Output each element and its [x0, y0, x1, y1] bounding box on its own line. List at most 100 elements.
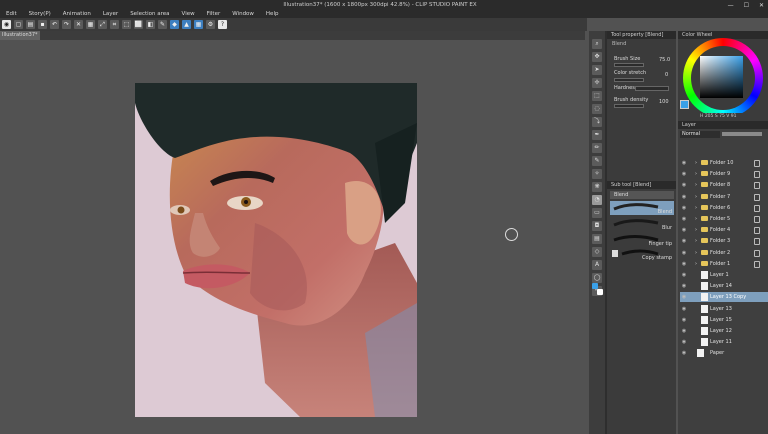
eye-icon[interactable]: ◉	[680, 315, 688, 325]
layer-row[interactable]: ◉ › Folder 3	[680, 236, 768, 246]
layer-row[interactable]: ◉ Layer 13	[680, 304, 768, 314]
lock-icon[interactable]	[754, 227, 760, 235]
color-stretch-slider[interactable]	[614, 78, 644, 82]
eye-icon[interactable]: ◉	[680, 214, 688, 224]
close-button[interactable]: ✕	[759, 2, 764, 9]
zoom-icon[interactable]: ⌕	[592, 39, 602, 49]
save-icon[interactable]: ▪	[38, 20, 47, 29]
layer-row[interactable]: ◉ Paper	[680, 348, 768, 358]
eyedropper-icon[interactable]: ⤵	[592, 117, 602, 127]
opacity-slider[interactable]	[722, 132, 762, 136]
brush-blur[interactable]: Blur	[610, 217, 674, 231]
brush-blend[interactable]: Blend	[610, 201, 674, 215]
grid-icon[interactable]: ▦	[194, 20, 203, 29]
text-icon[interactable]: A	[592, 260, 602, 270]
redo-icon[interactable]: ↷	[62, 20, 71, 29]
figure-icon[interactable]: ◇	[592, 247, 602, 257]
eye-icon[interactable]: ◉	[680, 326, 688, 336]
operation-icon[interactable]: ➤	[592, 65, 602, 75]
lock-icon[interactable]	[754, 160, 760, 167]
eye-icon[interactable]: ◉	[680, 304, 688, 314]
lock-icon[interactable]	[754, 204, 760, 212]
maximize-button[interactable]: ☐	[744, 2, 749, 9]
clear-icon[interactable]: ✕	[74, 20, 83, 29]
eye-icon[interactable]: ◉	[680, 225, 688, 235]
layer-row[interactable]: ◉ Layer 12	[680, 326, 768, 336]
layer-row[interactable]: ◉ › Folder 7	[680, 192, 768, 202]
expand-chevron-icon[interactable]: ›	[695, 203, 697, 213]
eraser-icon[interactable]: ▭	[592, 208, 602, 218]
hardness-slider[interactable]	[635, 86, 669, 91]
selection-icon[interactable]: ⬚	[592, 91, 602, 101]
layer-row[interactable]: ◉ › Folder 6	[680, 203, 768, 213]
select-icon[interactable]: ⬚	[122, 20, 131, 29]
layer-row[interactable]: ◉ › Folder 4	[680, 225, 768, 235]
artwork-portrait[interactable]	[135, 83, 417, 417]
eye-icon[interactable]: ◉	[680, 158, 688, 168]
eye-icon[interactable]: ◉	[680, 192, 688, 202]
brush-size-slider[interactable]	[614, 63, 644, 67]
minimize-button[interactable]: —	[728, 2, 734, 9]
layer-row[interactable]: ◉ › Folder 10	[680, 158, 768, 168]
pencil-icon[interactable]: ✏	[592, 143, 602, 153]
new-file-icon[interactable]: ▢	[14, 20, 23, 29]
expand-chevron-icon[interactable]: ›	[695, 214, 697, 224]
eye-icon[interactable]: ◉	[680, 348, 688, 358]
fill-tool-icon[interactable]: ◘	[592, 221, 602, 231]
brush-finger-tip[interactable]: Finger tip	[610, 233, 674, 247]
expand-chevron-icon[interactable]: ›	[695, 192, 697, 202]
color-stretch-value[interactable]: 0	[665, 72, 668, 78]
lock-icon[interactable]	[754, 238, 760, 246]
move-icon[interactable]: ✥	[592, 52, 602, 62]
blend-mode-select[interactable]: Normal	[680, 131, 720, 138]
saturation-value-box[interactable]	[700, 56, 743, 98]
gradient-icon[interactable]: ▤	[592, 234, 602, 244]
open-file-icon[interactable]: ▤	[26, 20, 35, 29]
eye-icon[interactable]: ◉	[680, 259, 688, 269]
layer-row[interactable]: ◉ Layer 13 Copy	[680, 292, 768, 303]
layer-row[interactable]: ◉ Layer 15	[680, 315, 768, 325]
layer-row[interactable]: ◉ Layer 14	[680, 281, 768, 291]
sub-tool-group[interactable]: Blend	[610, 191, 674, 199]
lock-icon[interactable]	[754, 260, 760, 268]
expand-chevron-icon[interactable]: ›	[695, 169, 697, 179]
expand-chevron-icon[interactable]: ›	[695, 225, 697, 235]
brush-tool-icon[interactable]: ✎	[592, 156, 602, 166]
crop-icon[interactable]: ⌗	[110, 20, 119, 29]
settings-icon[interactable]: ⚙	[206, 20, 215, 29]
lock-icon[interactable]	[754, 171, 760, 179]
expand-chevron-icon[interactable]: ›	[695, 158, 697, 168]
move-layer-icon[interactable]: ✢	[592, 78, 602, 88]
undo-icon[interactable]: ↶	[50, 20, 59, 29]
airbrush-icon[interactable]: ✧	[592, 169, 602, 179]
layer-row[interactable]: ◉ › Folder 5	[680, 214, 768, 224]
balloon-icon[interactable]: ◯	[592, 273, 602, 283]
layer-row[interactable]: ◉ Layer 1	[680, 270, 768, 280]
layer-row[interactable]: ◉ › Folder 2	[680, 248, 768, 258]
brush-size-value[interactable]: 75.0	[659, 57, 670, 63]
eye-icon[interactable]: ◉	[680, 270, 688, 280]
layer-row[interactable]: ◉ › Folder 8	[680, 180, 768, 190]
fill-icon[interactable]: ▦	[86, 20, 95, 29]
expand-chevron-icon[interactable]: ›	[695, 259, 697, 269]
main-color-indicator[interactable]	[680, 100, 689, 109]
lock-icon[interactable]	[754, 249, 760, 257]
layer-row[interactable]: ◉ › Folder 9	[680, 169, 768, 179]
document-tab[interactable]: Illustration37*	[0, 31, 40, 40]
eye-icon[interactable]: ◉	[680, 248, 688, 258]
layer-row[interactable]: ◉ › Folder 1	[680, 259, 768, 269]
expand-chevron-icon[interactable]: ›	[695, 236, 697, 246]
eye-icon[interactable]: ◉	[2, 20, 11, 29]
lock-icon[interactable]	[754, 216, 760, 223]
deselect-icon[interactable]: ⬜	[134, 20, 143, 29]
help-icon[interactable]: ?	[218, 20, 227, 29]
snap-icon[interactable]: ◆	[170, 20, 179, 29]
eye-icon[interactable]: ◉	[680, 292, 688, 302]
layer-row[interactable]: ◉ Layer 11	[680, 337, 768, 347]
sub-color-swatch[interactable]	[597, 289, 603, 295]
eye-icon[interactable]: ◉	[680, 337, 688, 347]
brush-copy-stamp[interactable]: Copy stamp	[610, 247, 674, 261]
eye-icon[interactable]: ◉	[680, 281, 688, 291]
invert-icon[interactable]: ◧	[146, 20, 155, 29]
eye-icon[interactable]: ◉	[680, 203, 688, 213]
